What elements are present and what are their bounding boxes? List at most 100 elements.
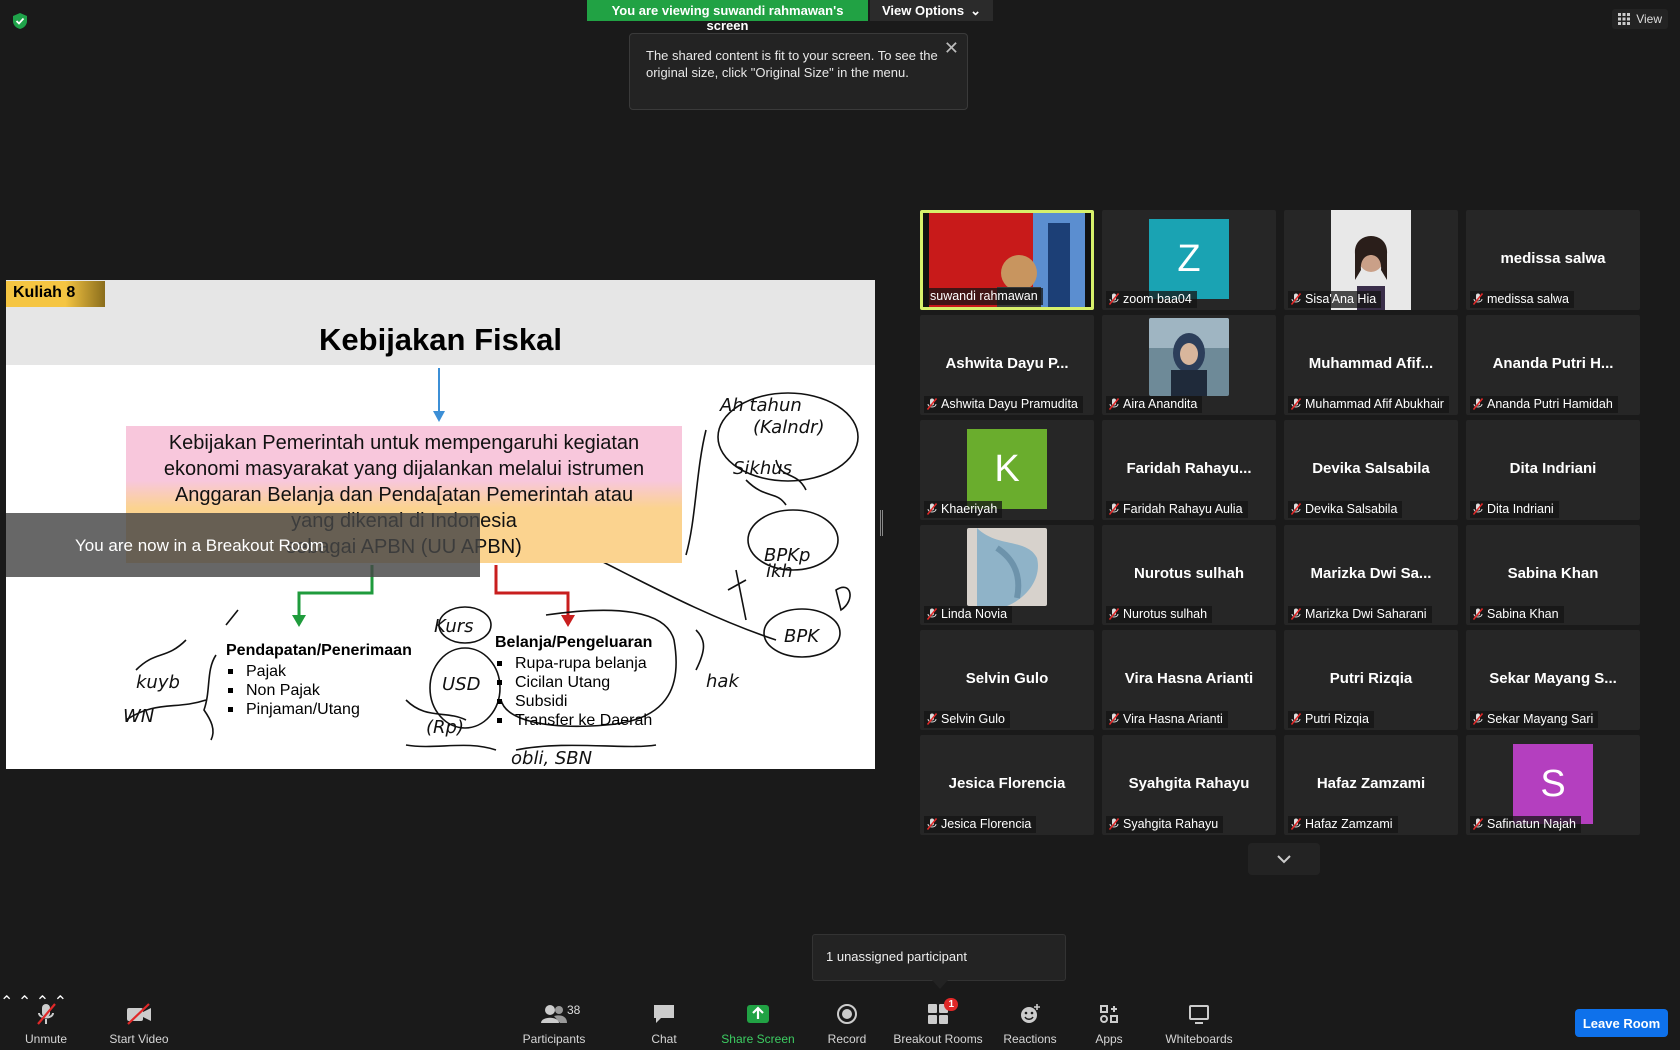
unmute-button[interactable]: Unmute [22,992,70,1050]
participant-tile[interactable]: Faridah Rahayu... Faridah Rahayu Aulia [1102,420,1276,520]
muted-mic-icon [1290,608,1302,620]
participants-button[interactable]: 38 Participants [522,992,586,1050]
participant-display-name: Sabina Khan [1507,565,1599,582]
revenue-heading: Pendapatan/Penerimaan [226,642,412,659]
participant-avatar: Z [1149,219,1229,299]
svg-text:obli, SBN: obli, SBN [511,748,592,769]
participant-tile[interactable]: Linda Novia [920,525,1094,625]
participant-tile[interactable]: Putri Rizqia Putri Rizqia [1284,630,1458,730]
leave-room-button[interactable]: Leave Room [1575,1009,1668,1037]
view-label: View [1636,12,1662,26]
breakout-rooms-button[interactable]: 1 Breakout Rooms [893,992,983,1050]
participant-name-label: Sekar Mayang Sari [1470,711,1599,728]
participant-tile[interactable]: K Khaeriyah [920,420,1094,520]
participant-name: Selvin Gulo [941,712,1005,726]
participant-tile[interactable]: Devika Salsabila Devika Salsabila [1284,420,1458,520]
participant-display-name: Jesica Florencia [948,775,1066,792]
muted-mic-icon [1472,608,1484,620]
participant-name: Sisa'Ana Hia [1305,292,1377,306]
expenditure-heading: Belanja/Pengeluaran [495,634,653,651]
participant-name-label: Syahgita Rahayu [1106,816,1224,833]
participant-tile[interactable]: Nurotus sulhah Nurotus sulhah [1102,525,1276,625]
participant-tile[interactable]: S Safinatun Najah [1466,735,1640,835]
reactions-button[interactable]: Reactions [1003,992,1057,1050]
zoom-meeting-window: You are viewing suwandi rahmawan's scree… [0,0,1680,1050]
participant-name: Marizka Dwi Saharani [1305,607,1427,621]
muted-mic-icon [1290,503,1302,515]
muted-mic-icon [1108,398,1120,410]
participant-tile[interactable]: Syahgita Rahayu Syahgita Rahayu [1102,735,1276,835]
participant-tile[interactable]: Dita Indriani Dita Indriani [1466,420,1640,520]
participant-name-label: Safinatun Najah [1470,816,1581,833]
next-page-button[interactable] [1248,843,1320,875]
apps-button[interactable]: Apps [1094,992,1124,1050]
share-screen-button[interactable]: Share Screen [719,992,797,1050]
reactions-label: Reactions [1003,1032,1057,1046]
muted-mic-icon [926,398,938,410]
view-button[interactable]: View [1612,9,1668,29]
participant-tile[interactable]: Muhammad Afif... Muhammad Afif Abukhair [1284,315,1458,415]
participant-name: medissa salwa [1487,292,1569,306]
participant-name: Devika Salsabila [1305,502,1398,516]
participant-name: Hafaz Zamzami [1305,817,1393,831]
participant-name-label: Jesica Florencia [924,816,1037,833]
unassigned-participant-popup[interactable]: 1 unassigned participant [812,934,1066,989]
participant-name: Muhammad Afif Abukhair [1305,397,1444,411]
muted-mic-icon [37,1003,56,1025]
video-off-icon [127,1003,151,1025]
participant-name-label: Muhammad Afif Abukhair [1288,396,1449,413]
breakout-rooms-label: Breakout Rooms [893,1032,983,1046]
participant-tile[interactable]: Jesica Florencia Jesica Florencia [920,735,1094,835]
shield-icon[interactable] [12,12,28,30]
participant-display-name: Selvin Gulo [965,670,1049,687]
close-icon[interactable]: ✕ [944,39,959,57]
participant-tile[interactable]: Zzoom baa04 [1102,210,1276,310]
expenditure-item: Subsidi [495,692,652,711]
participant-tile[interactable]: Selvin Gulo Selvin Gulo [920,630,1094,730]
participant-tile[interactable]: medissa salwa medissa salwa [1466,210,1640,310]
view-options-button[interactable]: View Options ⌄ [870,0,994,21]
participant-name-label: Aira Anandita [1106,396,1203,413]
grid-icon [1618,13,1631,25]
muted-mic-icon [926,608,938,620]
participant-name: Linda Novia [941,607,1008,621]
apps-label: Apps [1095,1032,1123,1046]
svg-text:kuyb: kuyb [136,672,180,693]
whiteboards-button[interactable]: Whiteboards [1164,992,1234,1050]
participant-tile[interactable]: Aira Anandita [1102,315,1276,415]
participant-display-name: Hafaz Zamzami [1316,775,1426,792]
chat-icon [654,1005,674,1023]
participant-tile[interactable]: Marizka Dwi Sa... Marizka Dwi Saharani [1284,525,1458,625]
participant-name: Faridah Rahayu Aulia [1123,502,1243,516]
participant-name-label: Putri Rizqia [1288,711,1374,728]
participant-name: Sekar Mayang Sari [1487,712,1594,726]
participant-name-label: Sabina Khan [1470,606,1564,623]
participant-name: Ananda Putri Hamidah [1487,397,1613,411]
whiteboards-label: Whiteboards [1165,1032,1233,1046]
participant-tile[interactable]: Vira Hasna Arianti Vira Hasna Arianti [1102,630,1276,730]
participant-display-name: Nurotus sulhah [1133,565,1244,582]
participant-tile[interactable]: Ananda Putri H... Ananda Putri Hamidah [1466,315,1640,415]
participant-tile[interactable]: Sekar Mayang S... Sekar Mayang Sari [1466,630,1640,730]
participant-tile[interactable]: Ashwita Dayu P... Ashwita Dayu Pramudita [920,315,1094,415]
participant-name: Ashwita Dayu Pramudita [941,397,1078,411]
whiteboard-icon [1189,1005,1209,1024]
participants-label: Participants [522,1032,586,1046]
muted-mic-icon [1108,503,1120,515]
muted-mic-icon [1472,293,1484,305]
svg-text:Sikhus: Sikhus [733,458,792,479]
participant-tile[interactable]: Hafaz Zamzami Hafaz Zamzami [1284,735,1458,835]
participant-tile[interactable]: Sabina Khan Sabina Khan [1466,525,1640,625]
panel-splitter-handle[interactable] [880,510,883,536]
audio-options-caret[interactable]: ⌃ [0,994,13,1011]
chat-button[interactable]: Chat [648,992,680,1050]
start-video-button[interactable]: Start Video [106,992,172,1050]
muted-mic-icon [1290,818,1302,830]
record-button[interactable]: Record [826,992,868,1050]
participant-name-label: Ananda Putri Hamidah [1470,396,1618,413]
participant-tile[interactable]: suwandi rahmawan [920,210,1094,310]
muted-mic-icon [1108,713,1120,725]
unassigned-text: 1 unassigned participant [826,949,967,964]
participant-name-label: Dita Indriani [1470,501,1559,518]
participant-tile[interactable]: Sisa'Ana Hia [1284,210,1458,310]
